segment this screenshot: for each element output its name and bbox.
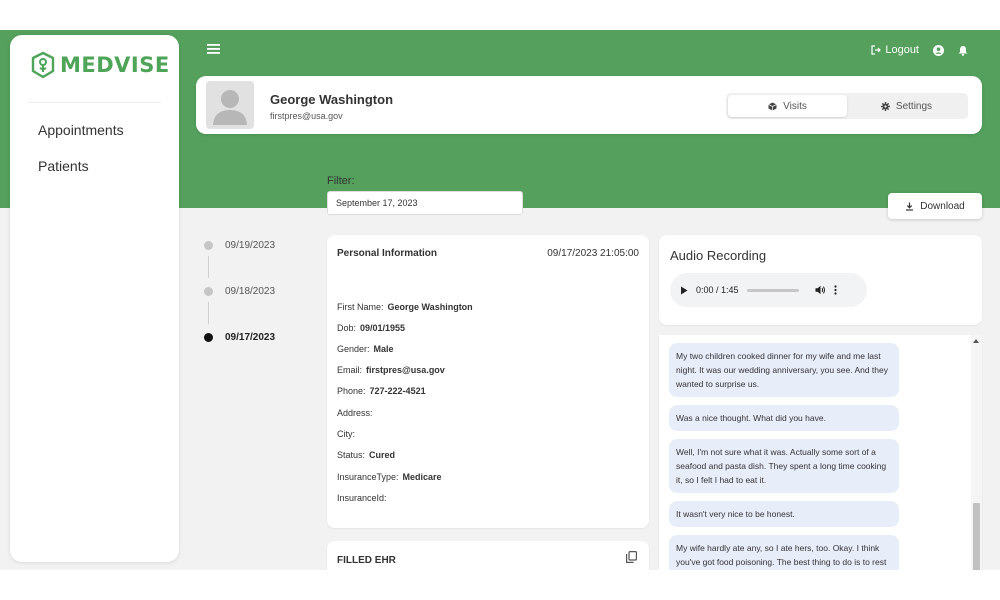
scrollbar-thumb[interactable] xyxy=(973,503,980,570)
field-city: City: xyxy=(337,429,355,439)
patient-name: George Washington xyxy=(270,92,394,107)
field-insurance-type: InsuranceType: Medicare xyxy=(337,472,442,482)
transcript-message: My wife hardly ate any, so I ate hers, t… xyxy=(669,535,899,570)
timeline-connector xyxy=(208,256,209,278)
transcript-scrollbar[interactable] xyxy=(971,335,982,570)
hamburger-icon xyxy=(207,44,220,54)
cube-icon xyxy=(768,102,777,111)
gear-icon xyxy=(880,101,890,111)
timeline-visit-selected[interactable]: 09/17/2023 xyxy=(204,332,275,343)
tab-settings-label: Settings xyxy=(895,100,933,112)
personal-information-card: Personal Information 09/17/2023 21:05:00… xyxy=(327,235,649,528)
field-first-name: First Name: George Washington xyxy=(337,302,473,312)
sidebar: MEDVISE Appointments Patients xyxy=(10,35,179,562)
card-title: Audio Recording xyxy=(670,248,767,263)
field-insurance-id: InsuranceId: xyxy=(337,493,387,503)
field-email: Email: firstpres@usa.gov xyxy=(337,365,445,375)
play-icon[interactable] xyxy=(680,286,688,295)
patient-profile-card: George Washington firstpres@usa.gov Visi… xyxy=(196,76,982,134)
field-phone: Phone: 727-222-4521 xyxy=(337,386,426,396)
sidebar-divider xyxy=(28,102,161,103)
audio-time: 0:00 / 1:45 xyxy=(696,285,739,295)
audio-recording-card: Audio Recording 0:00 / 1:45 xyxy=(659,235,982,325)
timeline-visit[interactable]: 09/19/2023 xyxy=(204,240,275,251)
sidebar-item-appointments[interactable]: Appointments xyxy=(38,122,124,138)
timeline-date: 09/18/2023 xyxy=(225,286,276,297)
user-account-icon[interactable] xyxy=(933,44,944,56)
scroll-up-arrow-icon[interactable] xyxy=(973,339,979,343)
logo-text: MEDVISE xyxy=(60,53,170,77)
transcript-message: Well, I'm not sure what it was. Actually… xyxy=(669,439,899,493)
timeline-visit[interactable]: 09/18/2023 xyxy=(204,286,275,297)
timeline-dot xyxy=(204,241,213,250)
sidebar-item-patients[interactable]: Patients xyxy=(38,158,89,174)
more-options-icon[interactable] xyxy=(833,285,837,295)
logout-label: Logout xyxy=(885,44,919,56)
notification-bell-icon[interactable] xyxy=(958,45,968,56)
filled-ehr-card: FILLED EHR xyxy=(327,541,649,570)
audio-progress-bar[interactable] xyxy=(746,288,799,292)
tab-visits-label: Visits xyxy=(783,100,807,112)
volume-icon[interactable] xyxy=(815,285,826,295)
timeline-dot-active xyxy=(204,333,213,342)
timeline-dot xyxy=(204,287,213,296)
tab-settings[interactable]: Settings xyxy=(847,95,966,117)
download-button[interactable]: Download xyxy=(888,193,982,219)
logout-button[interactable]: Logout xyxy=(871,44,919,56)
field-gender: Gender: Male xyxy=(337,344,394,354)
logout-icon xyxy=(871,45,882,55)
transcript-panel[interactable]: My two children cooked dinner for my wif… xyxy=(659,335,982,570)
audio-player: 0:00 / 1:45 xyxy=(670,273,867,307)
view-tabs: Visits Settings xyxy=(726,93,968,119)
timeline-connector xyxy=(208,302,209,324)
avatar xyxy=(206,81,254,129)
download-label: Download xyxy=(920,200,965,212)
date-filter-input[interactable] xyxy=(327,191,523,215)
copy-icon[interactable] xyxy=(626,551,637,563)
field-address: Address: xyxy=(337,408,373,418)
field-dob: Dob: 09/01/1955 xyxy=(337,323,406,333)
filter-label: Filter: xyxy=(327,175,355,187)
visit-datetime: 09/17/2023 21:05:00 xyxy=(547,248,639,259)
card-title: FILLED EHR xyxy=(337,555,396,566)
tab-visits[interactable]: Visits xyxy=(728,95,847,117)
transcript-list: My two children cooked dinner for my wif… xyxy=(669,343,966,570)
transcript-message: It wasn't very nice to be honest. xyxy=(669,501,899,527)
transcript-message: My two children cooked dinner for my wif… xyxy=(669,343,899,397)
menu-toggle-button[interactable] xyxy=(207,44,220,54)
topbar-actions: Logout xyxy=(871,44,968,56)
download-icon xyxy=(905,202,914,211)
transcript-message: Was a nice thought. What did you have. xyxy=(669,405,899,431)
card-title: Personal Information xyxy=(337,248,438,259)
field-status: Status: Cured xyxy=(337,450,396,460)
timeline-date: 09/19/2023 xyxy=(225,240,276,251)
patient-email: firstpres@usa.gov xyxy=(270,111,343,121)
timeline-date: 09/17/2023 xyxy=(225,332,276,343)
app-frame: MEDVISE Appointments Patients Logout Geo… xyxy=(0,30,1000,570)
logo[interactable]: MEDVISE xyxy=(30,51,170,79)
medvise-logo-icon xyxy=(30,51,56,79)
